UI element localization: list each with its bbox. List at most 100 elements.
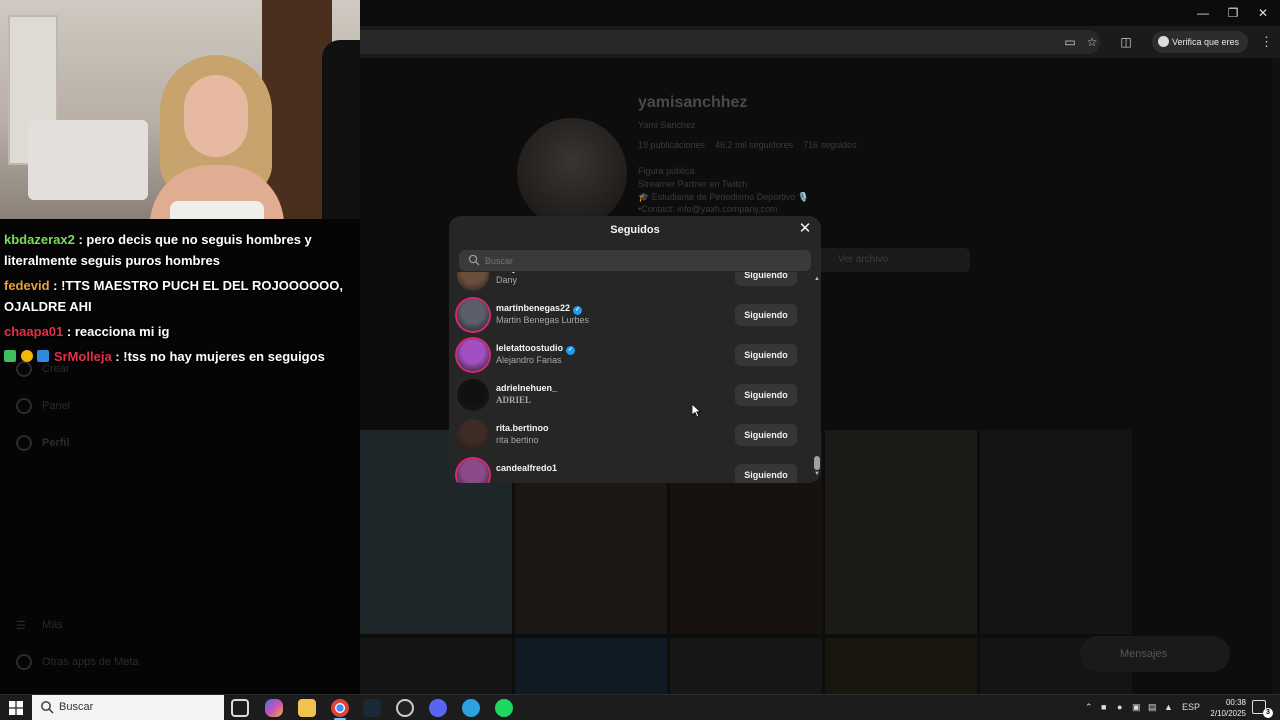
sidebar-item-meta-apps[interactable]: Otras apps de Meta <box>42 656 139 668</box>
profile-username: yamisanchhez <box>638 94 748 111</box>
following-button[interactable]: Siguiendo <box>735 384 797 406</box>
spotify-icon[interactable] <box>495 699 513 717</box>
meta-apps-icon[interactable] <box>16 654 32 670</box>
close-icon[interactable]: ✕ <box>797 221 813 237</box>
verify-profile-chip[interactable]: Verifica que eres tú <box>1152 31 1248 69</box>
windows-start-icon[interactable] <box>9 701 23 715</box>
steam-icon[interactable] <box>363 699 381 717</box>
messages-button[interactable]: Mensajes <box>1080 636 1230 672</box>
post-thumbnail[interactable] <box>825 638 977 694</box>
search-input[interactable] <box>485 250 795 271</box>
stream-chat: kbdazerax2 : pero decis que no seguis ho… <box>4 229 354 371</box>
following-list: danycabreera Dany Siguiendo martinbenega… <box>449 272 821 483</box>
badge-icon <box>4 350 16 362</box>
address-bar[interactable] <box>360 30 1100 54</box>
post-thumbnail[interactable] <box>980 430 1132 634</box>
network-icon[interactable]: ▤ <box>1148 702 1157 713</box>
username-text: candealfredo1 <box>496 463 558 473</box>
discord-icon[interactable] <box>429 699 447 717</box>
username-link[interactable]: candealfredo1 <box>496 463 557 473</box>
browser-menu-icon[interactable]: ⋮ <box>1260 34 1273 50</box>
restore-button[interactable]: ❐ <box>1218 4 1248 22</box>
profile-posts[interactable]: 19 publicaciones <box>638 140 705 150</box>
following-button[interactable]: Siguiendo <box>735 424 797 446</box>
display-icon[interactable]: ▣ <box>1132 702 1141 713</box>
post-thumbnail[interactable] <box>670 638 822 694</box>
menu-icon[interactable]: ☰ <box>16 619 26 632</box>
telegram-icon[interactable] <box>462 699 480 717</box>
extensions-icon[interactable]: ◫ <box>1118 34 1134 50</box>
scroll-up-icon[interactable]: ▲ <box>814 276 820 282</box>
profile-icon[interactable] <box>16 435 32 451</box>
task-view-icon[interactable] <box>231 699 249 717</box>
file-explorer-icon[interactable] <box>298 699 316 717</box>
username-link[interactable]: rita.bertinoo <box>496 423 549 433</box>
chrome-icon[interactable] <box>331 699 349 717</box>
sidebar-item-more[interactable]: Más <box>42 619 63 631</box>
search-box[interactable] <box>459 250 811 271</box>
install-app-icon[interactable]: ▭ <box>1062 34 1078 50</box>
following-button[interactable]: Siguiendo <box>735 344 797 366</box>
microphone-icon[interactable]: ● <box>1117 702 1122 712</box>
volume-icon[interactable]: ▲ <box>1164 702 1173 712</box>
user-avatar[interactable] <box>457 379 489 411</box>
taskbar-search[interactable]: Buscar <box>32 695 224 720</box>
profile-bio-line: 🎓 Estudiante de Periodismo Deportivo 🎙️ <box>638 192 809 202</box>
page-scrollbar[interactable] <box>1272 58 1280 694</box>
scroll-down-icon[interactable]: ▼ <box>814 471 820 477</box>
list-item[interactable]: adrielnehuen_ ADRIEL Siguiendo <box>449 376 811 416</box>
taskbar-search-label: Buscar <box>59 701 94 713</box>
post-thumbnail[interactable] <box>825 430 977 634</box>
profile-fullname: Yami Sanchez <box>638 120 696 130</box>
username-link[interactable]: adrielnehuen_ <box>496 383 557 393</box>
sidebar-item-panel[interactable]: Panel <box>42 400 70 412</box>
list-item[interactable]: candealfredo1 Siguiendo <box>449 456 811 483</box>
close-window-button[interactable]: ✕ <box>1248 4 1278 22</box>
scroll-thumb[interactable] <box>814 456 820 470</box>
list-item[interactable]: danycabreera Dany Siguiendo <box>449 272 811 296</box>
user-avatar[interactable] <box>457 272 489 291</box>
copilot-icon[interactable] <box>265 699 283 717</box>
profile-followers[interactable]: 46,2 mil seguidores <box>715 140 793 150</box>
chat-username: chaapa01 <box>4 324 64 339</box>
chat-text: : !TTS MAESTRO PUCH EL DEL ROJOOOOOO, OJ… <box>4 278 344 314</box>
tray-app-icon[interactable]: ■ <box>1101 702 1106 712</box>
username-text: rita.bertinoo <box>496 423 549 433</box>
verified-badge-icon: ✓ <box>566 346 575 355</box>
user-avatar[interactable] <box>457 419 489 451</box>
following-button[interactable]: Siguiendo <box>735 304 797 326</box>
profile-category: Figura pública <box>638 166 695 176</box>
archive-button[interactable]: Ver archivo <box>816 248 970 272</box>
badge-icon <box>37 350 50 362</box>
modal-title: Seguidos <box>610 224 660 236</box>
profile-avatar[interactable] <box>517 118 627 228</box>
obs-icon[interactable] <box>396 699 414 717</box>
streamer-top <box>170 201 264 219</box>
list-item[interactable]: leletattoostudio ✓ Alejandro Farias Sigui… <box>449 336 811 376</box>
list-item[interactable]: martinbenegas22 ✓ Martin Benegas Lurbes S… <box>449 296 811 336</box>
minimize-button[interactable]: — <box>1188 4 1218 22</box>
user-avatar[interactable] <box>457 299 489 331</box>
post-thumbnail[interactable] <box>360 638 512 694</box>
tray-overflow-icon[interactable]: ⌃ <box>1085 702 1093 713</box>
post-thumbnail[interactable] <box>515 638 667 694</box>
list-item[interactable]: rita.bertinoo rita bertino Siguiendo <box>449 416 811 456</box>
profile-stats: 19 publicaciones 46,2 mil seguidores 716… <box>638 140 857 150</box>
following-button[interactable]: Siguiendo <box>735 464 797 483</box>
modal-scrollbar[interactable]: ▲ ▼ <box>814 276 820 479</box>
profile-avatar-icon <box>1158 36 1169 47</box>
panel-icon[interactable] <box>16 398 32 414</box>
username-link[interactable]: martinbenegas22 ✓ <box>496 303 583 315</box>
profile-following[interactable]: 716 seguidos <box>803 140 857 150</box>
user-avatar[interactable] <box>457 339 489 371</box>
user-avatar[interactable] <box>457 459 489 483</box>
bookmark-star-icon[interactable]: ☆ <box>1084 34 1100 50</box>
streamer-face <box>184 75 248 157</box>
language-indicator[interactable]: ESP <box>1182 702 1200 712</box>
username-link[interactable]: leletattoostudio ✓ <box>496 343 575 355</box>
username-link[interactable]: danycabreera <box>496 272 555 273</box>
following-button[interactable]: Siguiendo <box>735 272 797 286</box>
system-clock[interactable]: 00:38 2/10/2025 <box>1200 697 1246 719</box>
sidebar-item-profile[interactable]: Perfil <box>42 437 70 449</box>
username-text: danycabreera <box>496 272 555 273</box>
